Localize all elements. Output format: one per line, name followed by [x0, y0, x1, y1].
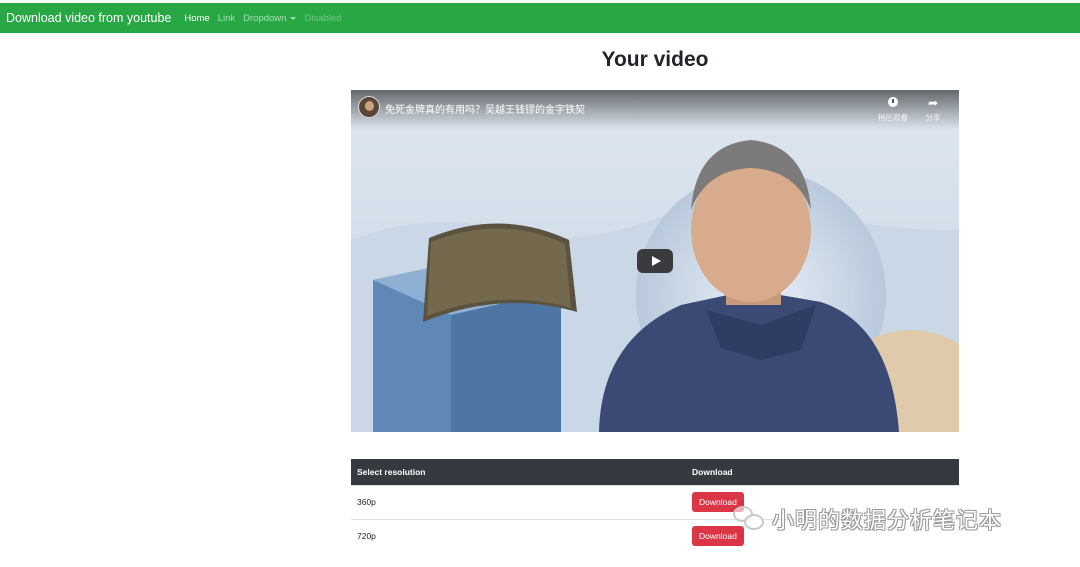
header-select-resolution: Select resolution [351, 459, 686, 485]
resolution-cell: 360p [351, 484, 686, 519]
play-button[interactable] [637, 249, 673, 273]
navbar: Download video from youtube Home Link Dr… [0, 3, 1080, 33]
share-icon: ➦ [927, 96, 939, 110]
share-button[interactable]: ➦ 分享 [913, 96, 953, 123]
table-header-row: Select resolution Download [351, 459, 959, 485]
nav-dropdown-toggle[interactable]: Dropdown [243, 12, 297, 24]
watch-later-button[interactable]: 稍后观看 [873, 96, 913, 123]
caret-down-icon [290, 16, 297, 20]
youtube-video-embed[interactable]: 免死金牌真的有用吗？吴越王钱镠的金字铁契 稍后观看 ➦ 分享 [351, 90, 959, 432]
header-download: Download [686, 459, 959, 485]
watermark-text: 小明的数据分析笔记本 [772, 508, 1003, 533]
share-label: 分享 [925, 113, 941, 122]
brand-link[interactable]: Download video from youtube [6, 11, 171, 25]
resolution-cell: 720p [351, 518, 686, 553]
nav-disabled-link: Disabled [304, 12, 342, 24]
page-title: Your video [601, 48, 709, 71]
nav-home-link[interactable]: Home [184, 13, 209, 24]
dropdown-label: Dropdown [243, 12, 287, 24]
channel-avatar[interactable] [358, 96, 380, 118]
clock-icon [873, 96, 913, 110]
nav-link-link[interactable]: Link [218, 13, 235, 24]
watermark: 小明的数据分析笔记本 [732, 503, 1002, 535]
play-icon [651, 256, 661, 266]
watch-later-label: 稍后观看 [878, 113, 908, 122]
video-title[interactable]: 免死金牌真的有用吗？吴越王钱镠的金字铁契 [385, 101, 585, 116]
wechat-icon [732, 504, 766, 534]
